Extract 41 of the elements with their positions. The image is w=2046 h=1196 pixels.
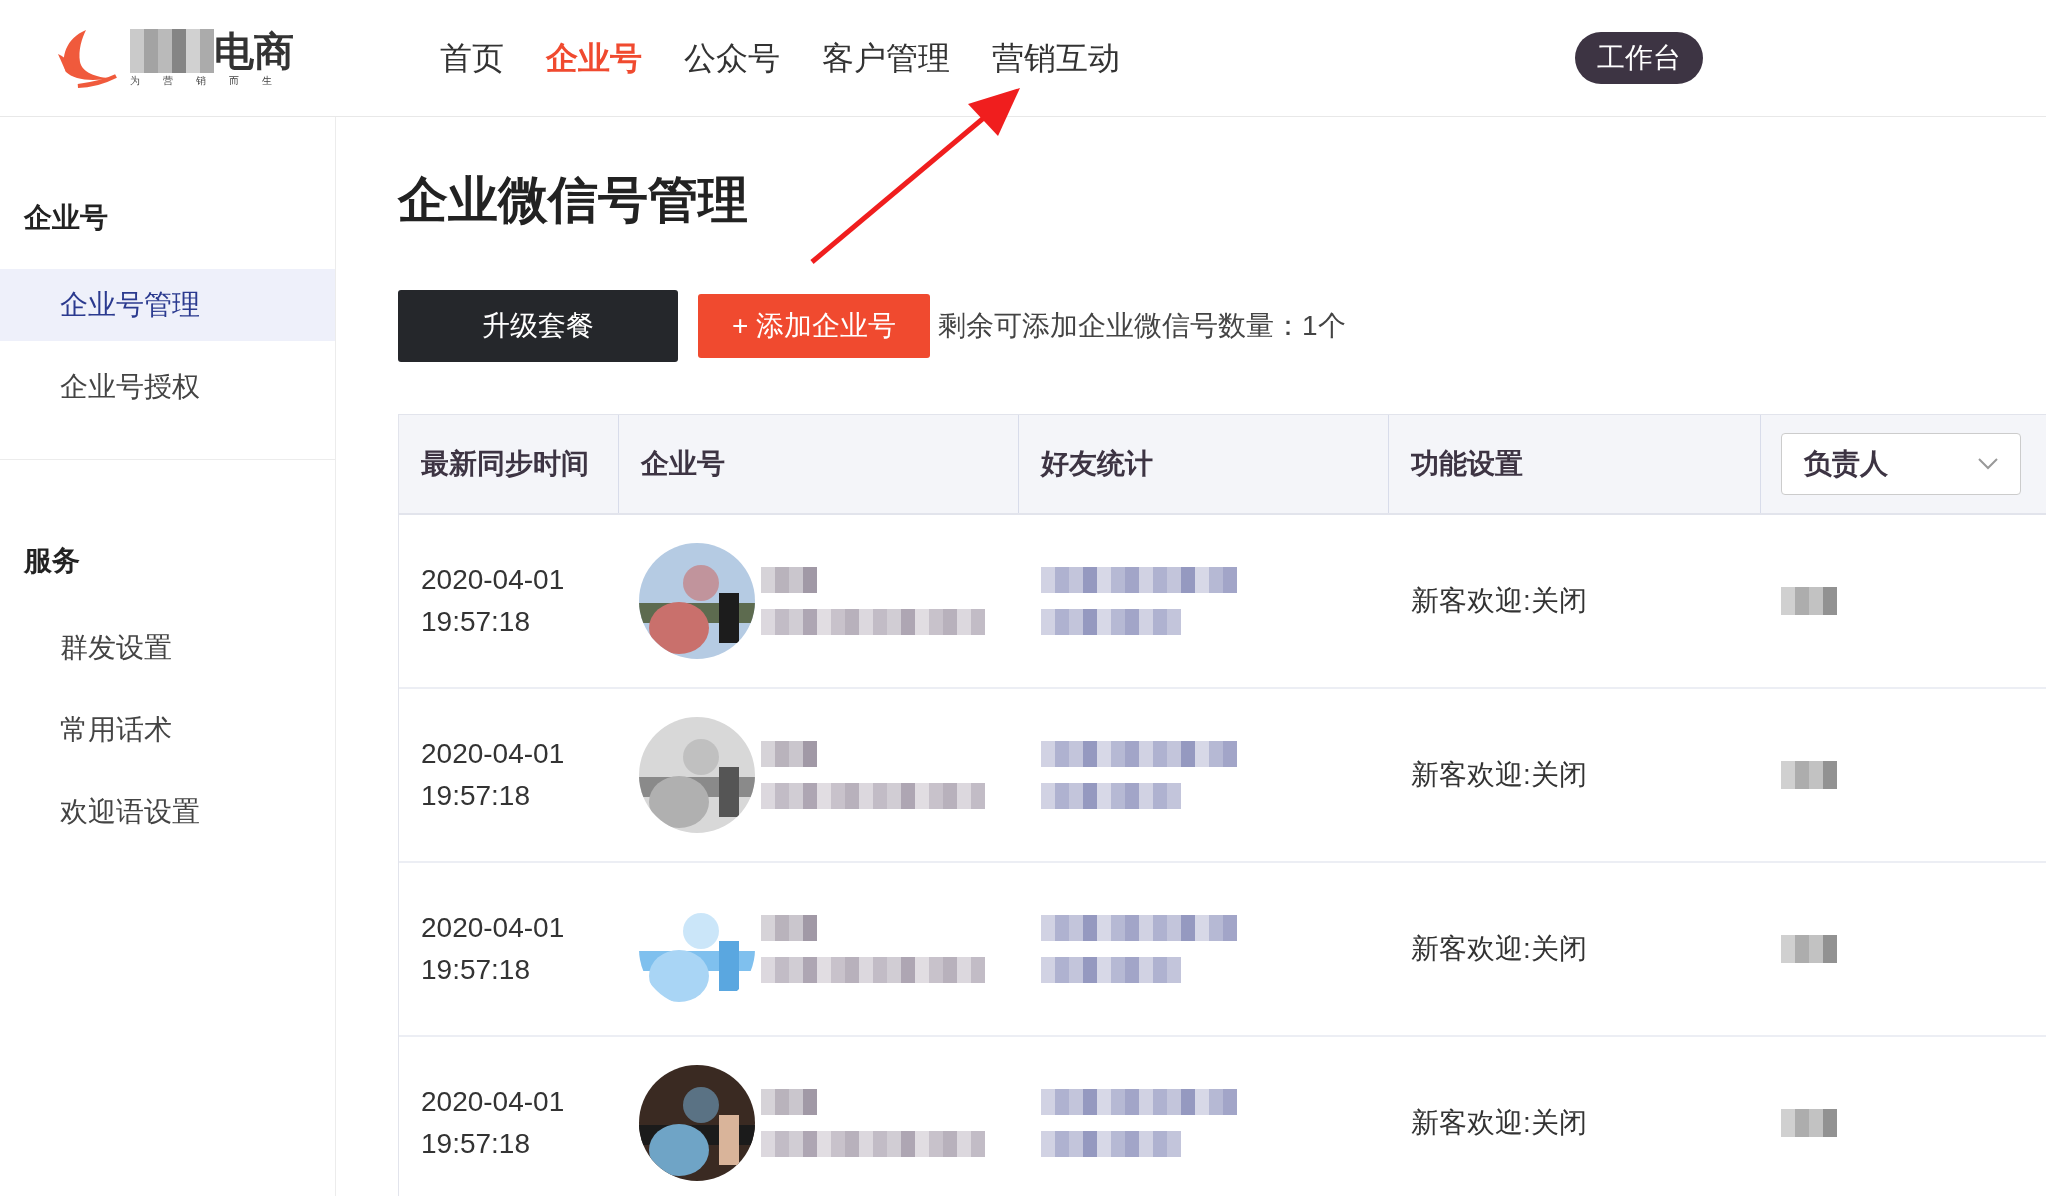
- column-header: 最新同步时间: [399, 414, 619, 513]
- nav-tab[interactable]: 企业号: [546, 34, 642, 82]
- feature-setting-cell-text: 新客欢迎:关闭: [1410, 1105, 1588, 1140]
- sidebar-section-title: 企业号: [23, 201, 109, 235]
- logo-text: 电商: [214, 30, 294, 71]
- logo-tagline: 为营销而生: [130, 73, 295, 88]
- blurred-text-drawing: [761, 1088, 817, 1115]
- sidebar-item[interactable]: 企业号授权: [0, 351, 335, 423]
- nav-tab[interactable]: 营销互动: [992, 34, 1120, 82]
- feature-setting-cell-text: 新客欢迎:关闭: [1410, 931, 1588, 966]
- blurred-text-drawing: [761, 914, 817, 941]
- blurred-text-drawing: [1781, 760, 1837, 789]
- column-header: 企业号: [619, 414, 1019, 513]
- sync-time-cell-text: 2020-04-01 19:57:18: [420, 910, 566, 987]
- quota-text: 剩余可添加企业微信号数量：1个: [938, 308, 1346, 343]
- sidebar-item[interactable]: 群发设置: [0, 612, 335, 684]
- blurred-text-drawing: [1781, 586, 1837, 615]
- nav-tab[interactable]: 客户管理: [822, 34, 950, 82]
- page-title: 企业微信号管理: [398, 171, 749, 230]
- add-button[interactable]: + 添加企业号: [698, 293, 930, 358]
- blurred-text-drawing: [761, 740, 817, 767]
- sync-time-cell-text: 2020-04-01 19:57:18: [420, 736, 566, 813]
- sync-time-cell-text: 2020-04-01 19:57:18: [420, 562, 566, 639]
- blurred-text-drawing: [1781, 934, 1837, 963]
- sidebar-item[interactable]: 欢迎语设置: [0, 776, 335, 848]
- upgrade-button[interactable]: 升级套餐: [398, 289, 678, 362]
- feature-setting-cell-text: 新客欢迎:关闭: [1410, 757, 1588, 792]
- sidebar-item[interactable]: 常用话术: [0, 694, 335, 766]
- chevron-down-icon: [1978, 457, 1998, 470]
- feature-setting-cell-text: 新客欢迎:关闭: [1410, 583, 1588, 618]
- column-header: 好友统计: [1019, 414, 1389, 513]
- blurred-text-drawing: [761, 566, 817, 593]
- column-header: 功能设置: [1389, 414, 1761, 513]
- nav-tab[interactable]: 公众号: [684, 34, 780, 82]
- workbench-button[interactable]: 工作台: [1575, 32, 1703, 84]
- sidebar-section-title: 服务: [23, 544, 81, 578]
- blurred-text-drawing: [1781, 1108, 1837, 1137]
- sidebar-item[interactable]: 企业号管理: [0, 269, 335, 341]
- owner-filter[interactable]: 负责人: [1781, 432, 2021, 495]
- sync-time-cell-text: 2020-04-01 19:57:18: [420, 1084, 566, 1161]
- nav-tab[interactable]: 首页: [440, 34, 504, 82]
